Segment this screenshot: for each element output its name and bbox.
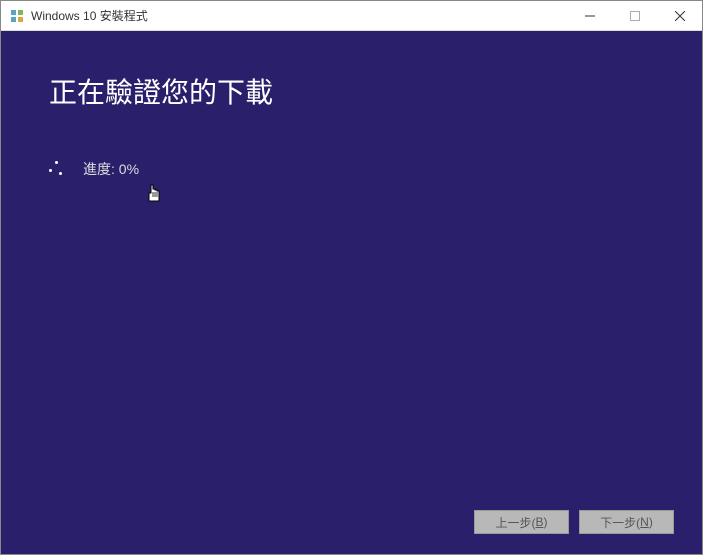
next-button[interactable]: 下一步(N) — [579, 510, 674, 534]
next-button-close: ) — [649, 515, 653, 529]
app-icon — [9, 8, 25, 24]
back-button-hotkey: B — [535, 515, 543, 529]
back-button[interactable]: 上一步(B) — [474, 510, 569, 534]
back-button-close: ) — [544, 515, 548, 529]
footer-buttons: 上一步(B) 下一步(N) — [1, 510, 702, 534]
progress-row: 進度: 0% — [49, 159, 654, 179]
next-button-label: 下一步( — [600, 514, 640, 531]
window-controls — [567, 1, 702, 30]
content-area: 正在驗證您的下載 進度: 0% 上一步(B) 下一步(N) — [1, 31, 702, 554]
cursor-icon — [145, 183, 165, 212]
installer-window: Windows 10 安裝程式 正在驗證您的下載 進度: 0% — [0, 0, 703, 555]
spinner-icon — [49, 161, 65, 177]
maximize-button[interactable] — [612, 1, 657, 30]
progress-label: 進度: 0% — [83, 159, 139, 179]
close-button[interactable] — [657, 1, 702, 30]
back-button-label: 上一步( — [495, 514, 535, 531]
page-heading: 正在驗證您的下載 — [49, 71, 654, 111]
next-button-hotkey: N — [640, 515, 649, 529]
titlebar: Windows 10 安裝程式 — [1, 1, 702, 31]
minimize-button[interactable] — [567, 1, 612, 30]
window-title: Windows 10 安裝程式 — [31, 7, 567, 24]
